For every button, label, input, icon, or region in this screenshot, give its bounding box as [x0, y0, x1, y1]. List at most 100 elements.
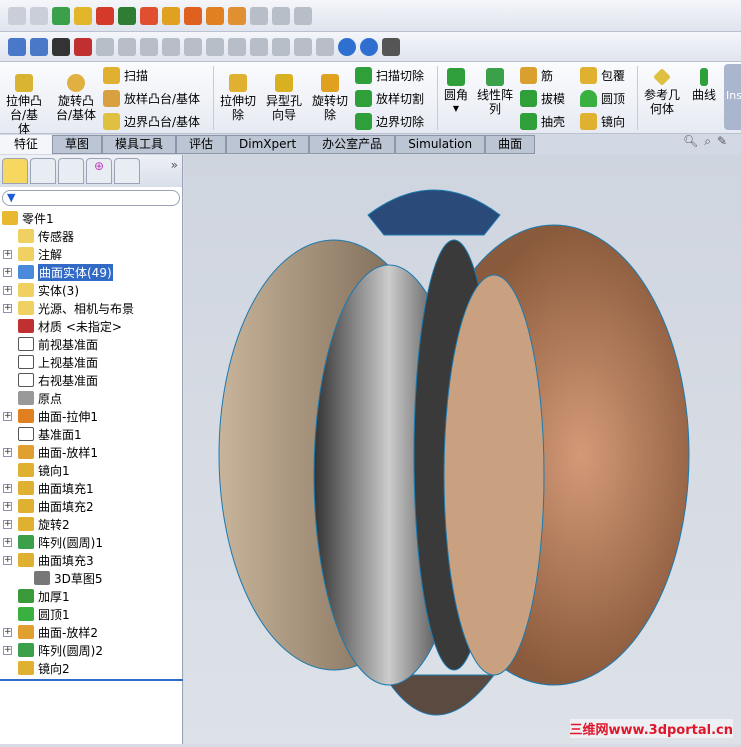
new-icon[interactable] — [8, 37, 26, 56]
draft-button[interactable]: 拔模 — [520, 90, 565, 107]
tree-item[interactable]: 传感器 — [18, 227, 74, 245]
tool-icon[interactable] — [30, 6, 48, 25]
feature-icon[interactable] — [228, 6, 246, 25]
tree-item[interactable]: 零件1 — [2, 209, 54, 227]
tree-item[interactable]: + 曲面-拉伸1 — [3, 407, 98, 425]
filter-input[interactable]: ▼ — [2, 190, 180, 206]
feature-manager-tab-icon[interactable] — [2, 158, 28, 184]
revolve-boss-button[interactable]: 旋转凸台/基体 — [55, 74, 97, 122]
view-icon[interactable] — [140, 6, 158, 25]
expand-toggle-icon[interactable]: + — [3, 447, 12, 457]
mirror-button[interactable]: 镜向 — [580, 113, 625, 130]
expand-toggle-icon[interactable]: + — [3, 645, 12, 655]
expand-toggle-icon[interactable]: + — [3, 537, 12, 547]
feature-icon[interactable] — [162, 6, 180, 25]
tree-item[interactable]: + 光源、相机与布景 — [3, 299, 134, 317]
swept-cut-button[interactable]: 扫描切除 — [355, 67, 424, 84]
reference-geometry-button[interactable]: 参考几何体 — [642, 68, 682, 116]
display-manager-tab-icon[interactable] — [114, 158, 140, 184]
graphics-viewport[interactable]: 三维网www.3dportal.cn — [184, 155, 741, 744]
tree-item[interactable]: + 曲面填充1 — [3, 479, 94, 497]
tab-simulation[interactable]: Simulation — [395, 135, 486, 154]
boundary-cut-button[interactable]: 边界切除 — [355, 113, 424, 130]
search-icon[interactable] — [338, 37, 356, 56]
tool-icon[interactable] — [272, 37, 290, 56]
expand-toggle-icon[interactable]: + — [3, 411, 12, 421]
view-tools-icons[interactable]: 🔍︎⌕✎ — [683, 134, 733, 155]
open-icon[interactable] — [30, 37, 48, 56]
save-icon[interactable] — [52, 37, 70, 56]
rebuild-icon[interactable] — [74, 37, 92, 56]
linear-pattern-button[interactable]: 线性阵列 — [475, 68, 515, 116]
tree-item[interactable]: 前视基准面 — [18, 335, 98, 353]
tool-icon[interactable] — [294, 6, 312, 25]
tree-item[interactable]: + 曲面填充3 — [3, 551, 94, 569]
tab-features[interactable]: 特征 — [0, 135, 52, 154]
tool-icon[interactable] — [206, 37, 224, 56]
tree-item[interactable]: + 阵列(圆周)1 — [3, 533, 103, 551]
expand-toggle-icon[interactable]: + — [3, 303, 12, 313]
tree-item[interactable]: 上视基准面 — [18, 353, 98, 371]
lofted-cut-button[interactable]: 放样切割 — [355, 90, 424, 107]
feature-icon[interactable] — [206, 6, 224, 25]
feature-icon[interactable] — [184, 6, 202, 25]
fillet-button[interactable]: 圆角 ▼ — [441, 68, 471, 116]
tree-item[interactable]: + 曲面-放样2 — [3, 623, 98, 641]
tool-icon[interactable] — [272, 6, 290, 25]
tab-surfaces[interactable]: 曲面 — [485, 135, 536, 154]
tree-item[interactable]: 镜向2 — [18, 659, 70, 677]
expand-toggle-icon[interactable]: + — [3, 249, 12, 259]
tool-icon[interactable] — [250, 37, 268, 56]
tree-item[interactable]: 右视基准面 — [18, 371, 98, 389]
tool-icon[interactable] — [294, 37, 312, 56]
tree-item[interactable]: 材质 <未指定> — [18, 317, 122, 335]
sweep-button[interactable]: 扫描 — [103, 67, 148, 84]
options-icon[interactable] — [382, 37, 400, 56]
tree-item[interactable]: + 曲面填充2 — [3, 497, 94, 515]
tool-icon[interactable] — [184, 37, 202, 56]
expand-toggle-icon[interactable]: + — [3, 267, 12, 277]
tree-item[interactable]: 镜向1 — [18, 461, 70, 479]
hole-wizard-button[interactable]: 异型孔向导 — [264, 74, 304, 122]
tool-icon[interactable] — [228, 37, 246, 56]
revolve-cut-button[interactable]: 旋转切除 — [310, 74, 350, 122]
configuration-manager-tab-icon[interactable] — [58, 158, 84, 184]
view-icon[interactable] — [118, 6, 136, 25]
tab-evaluate[interactable]: 评估 — [176, 135, 227, 154]
tree-item[interactable]: + 实体(3) — [3, 281, 79, 299]
dimxpert-tab-icon[interactable]: ⊕ — [86, 158, 112, 184]
expand-toggle-icon[interactable]: + — [3, 483, 12, 493]
dome-button[interactable]: 圆顶 — [580, 90, 625, 107]
tree-item[interactable]: 加厚1 — [18, 587, 70, 605]
info-icon[interactable] — [360, 37, 378, 56]
tool-icon[interactable] — [250, 6, 268, 25]
curves-button[interactable]: 曲线 — [688, 68, 720, 102]
expand-toggle-icon[interactable]: + — [3, 285, 12, 295]
tree-item[interactable]: 基准面1 — [18, 425, 82, 443]
view-icon[interactable] — [52, 6, 70, 25]
wrap-button[interactable]: 包覆 — [580, 67, 625, 84]
view-icon[interactable] — [96, 6, 114, 25]
tree-item[interactable]: 3D草图5 — [34, 569, 103, 587]
tree-item[interactable]: + 阵列(圆周)2 — [3, 641, 103, 659]
tree-item[interactable]: 圆顶1 — [18, 605, 70, 623]
tool-icon[interactable] — [140, 37, 158, 56]
instant3d-button[interactable]: Ins — [724, 64, 741, 130]
tab-sketch[interactable]: 草图 — [52, 135, 103, 154]
tree-item[interactable]: + 曲面实体(49) — [3, 263, 113, 281]
tool-icon[interactable] — [96, 37, 114, 56]
extrude-boss-button[interactable]: 拉伸凸台/基体 — [4, 74, 44, 136]
tab-mold-tools[interactable]: 模具工具 — [102, 135, 177, 154]
extrude-cut-button[interactable]: 拉伸切除 — [218, 74, 258, 122]
tree-item[interactable]: + 注解 — [3, 245, 62, 263]
tree-item[interactable]: 原点 — [18, 389, 62, 407]
expand-chevron-icon[interactable]: » — [171, 158, 178, 187]
tool-icon[interactable] — [8, 6, 26, 25]
loft-button[interactable]: 放样凸台/基体 — [103, 90, 200, 107]
expand-toggle-icon[interactable]: + — [3, 501, 12, 511]
tab-dimxpert[interactable]: DimXpert — [226, 135, 310, 154]
rollback-bar[interactable] — [0, 679, 183, 681]
tree-item[interactable]: + 曲面-放样1 — [3, 443, 98, 461]
rib-button[interactable]: 筋 — [520, 67, 553, 84]
expand-toggle-icon[interactable]: + — [3, 555, 12, 565]
